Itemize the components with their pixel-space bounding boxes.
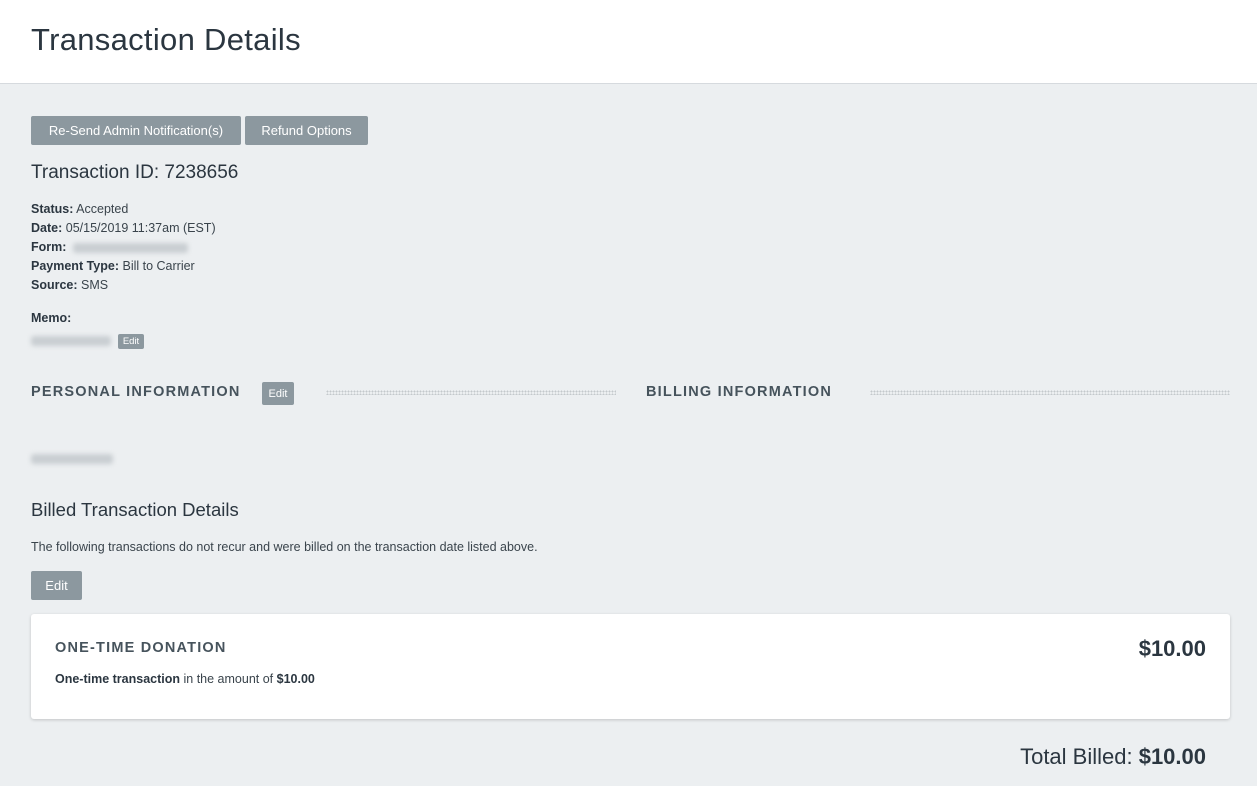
billed-transaction-title: Billed Transaction Details xyxy=(31,499,239,520)
personal-info-redacted xyxy=(31,454,113,464)
billing-information-title: BILLING INFORMATION xyxy=(646,384,833,400)
total-billed-amount: $10.00 xyxy=(1138,744,1206,769)
donation-title: ONE-TIME DONATION xyxy=(55,640,227,656)
refund-options-button[interactable]: Refund Options xyxy=(245,116,368,145)
date-label: Date: xyxy=(31,221,63,235)
donation-line-amount: $10.00 xyxy=(276,672,315,686)
section-divider xyxy=(326,390,616,395)
payment-type-row: Payment Type: Bill to Carrier xyxy=(31,259,195,273)
total-billed-label: Total Billed: xyxy=(1020,744,1139,769)
memo-label-row: Memo: xyxy=(31,311,71,325)
payment-type-label: Payment Type: xyxy=(31,259,119,273)
personal-information-title: PERSONAL INFORMATION xyxy=(31,384,241,400)
section-divider xyxy=(870,390,1230,395)
form-value-redacted xyxy=(72,242,188,253)
transaction-id-heading: Transaction ID: 7238656 xyxy=(31,162,238,184)
date-value: 05/15/2019 11:37am (EST) xyxy=(65,221,216,235)
form-row: Form: xyxy=(31,240,188,254)
status-value: Accepted xyxy=(76,202,129,216)
memo-edit-button[interactable]: Edit xyxy=(118,334,144,349)
status-label: Status: xyxy=(31,202,74,216)
memo-label: Memo: xyxy=(31,311,72,325)
memo-value-redacted xyxy=(31,336,111,346)
donation-line-text: in the amount of xyxy=(180,672,277,686)
form-label: Form: xyxy=(31,240,67,254)
billed-edit-button[interactable]: Edit xyxy=(31,571,82,600)
page-title: Transaction Details xyxy=(31,22,301,57)
donation-line-bold: One-time transaction xyxy=(55,672,181,686)
source-label: Source: xyxy=(31,278,78,292)
donation-description: One-time transaction in the amount of $1… xyxy=(55,672,315,686)
source-value: SMS xyxy=(81,278,109,292)
donation-amount: $10.00 xyxy=(1138,636,1206,661)
billed-transaction-description: The following transactions do not recur … xyxy=(31,540,538,554)
donation-card: ONE-TIME DONATION $10.00 One-time transa… xyxy=(31,614,1230,719)
page-header: Transaction Details xyxy=(0,0,1257,84)
source-row: Source: SMS xyxy=(31,278,108,292)
status-row: Status: Accepted xyxy=(31,202,128,216)
total-billed: Total Billed: $10.00 xyxy=(1020,744,1206,770)
personal-info-edit-button[interactable]: Edit xyxy=(262,382,294,405)
date-row: Date: 05/15/2019 11:37am (EST) xyxy=(31,221,216,235)
payment-type-value: Bill to Carrier xyxy=(122,259,195,273)
transaction-id-value: 7238656 xyxy=(164,162,239,183)
transaction-id-label: Transaction ID: xyxy=(31,162,160,183)
resend-notification-button[interactable]: Re-Send Admin Notification(s) xyxy=(31,116,241,145)
